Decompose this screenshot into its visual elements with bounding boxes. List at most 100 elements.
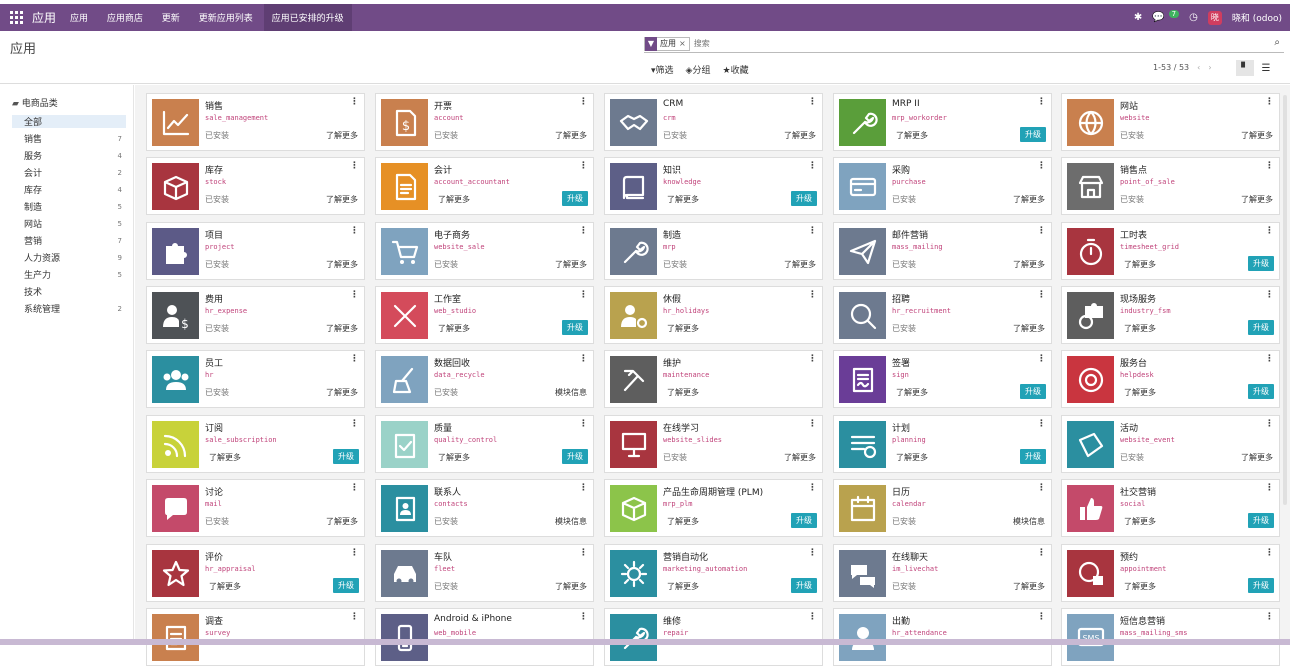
card-menu-icon[interactable]: ⋮ (579, 354, 588, 364)
app-card[interactable]: 服务台 helpdesk ⋮ 了解更多 升级 (1061, 350, 1280, 408)
app-card[interactable]: 网站 website ⋮ 已安装 了解更多 (1061, 93, 1280, 151)
facet-remove-icon[interactable]: × (679, 39, 689, 48)
sidebar-item[interactable]: 网站 5 (12, 217, 126, 231)
learn-more-link[interactable]: 了解更多 (438, 323, 470, 334)
app-card[interactable]: 产品生命周期管理 (PLM) mrp_plm ⋮ 了解更多 升级 (604, 479, 823, 537)
menu-item-apps[interactable]: 应用 (62, 4, 96, 31)
app-card[interactable]: 营销自动化 marketing_automation ⋮ 了解更多 升级 (604, 544, 823, 602)
module-info-link[interactable]: 模块信息 (555, 516, 587, 527)
upgrade-button[interactable]: 升级 (1248, 256, 1274, 271)
learn-more-link[interactable]: 了解更多 (209, 581, 241, 592)
app-card[interactable]: SMS 短信息营销 mass_mailing_sms ⋮ (1061, 608, 1280, 666)
card-menu-icon[interactable]: ⋮ (1265, 548, 1274, 558)
upgrade-button[interactable]: 升级 (1248, 513, 1274, 528)
learn-more-link[interactable]: 了解更多 (326, 259, 358, 270)
app-card[interactable]: 工作室 web_studio ⋮ 了解更多 升级 (375, 286, 594, 344)
app-card[interactable]: 订阅 sale_subscription ⋮ 了解更多 升级 (146, 415, 365, 473)
upgrade-button[interactable]: 升级 (791, 191, 817, 206)
upgrade-button[interactable]: 升级 (333, 449, 359, 464)
upgrade-button[interactable]: 升级 (562, 191, 588, 206)
upgrade-button[interactable]: 升级 (1020, 127, 1046, 142)
card-menu-icon[interactable]: ⋮ (350, 161, 359, 171)
learn-more-link[interactable]: 了解更多 (1124, 516, 1156, 527)
card-menu-icon[interactable]: ⋮ (808, 354, 817, 364)
app-brand[interactable]: 应用 (32, 9, 56, 26)
kanban-view-icon[interactable]: ▘ (1236, 60, 1254, 76)
app-card[interactable]: 招聘 hr_recruitment ⋮ 已安装 了解更多 (833, 286, 1052, 344)
app-card[interactable]: 活动 website_event ⋮ 已安装 了解更多 (1061, 415, 1280, 473)
sidebar-item[interactable]: 制造 5 (12, 200, 126, 214)
card-menu-icon[interactable]: ⋮ (808, 483, 817, 493)
card-menu-icon[interactable]: ⋮ (1265, 483, 1274, 493)
sidebar-item[interactable]: 服务 4 (12, 149, 126, 163)
app-card[interactable]: 日历 calendar ⋮ 已安装 模块信息 (833, 479, 1052, 537)
card-menu-icon[interactable]: ⋮ (808, 161, 817, 171)
upgrade-button[interactable]: 升级 (1248, 384, 1274, 399)
app-card[interactable]: 出勤 hr_attendance ⋮ (833, 608, 1052, 666)
card-menu-icon[interactable]: ⋮ (1037, 548, 1046, 558)
learn-more-link[interactable]: 了解更多 (1241, 452, 1273, 463)
app-card[interactable]: 讨论 mail ⋮ 已安装 了解更多 (146, 479, 365, 537)
learn-more-link[interactable]: 了解更多 (784, 452, 816, 463)
app-card[interactable]: Android & iPhone web_mobile ⋮ (375, 608, 594, 666)
learn-more-link[interactable]: 了解更多 (1013, 581, 1045, 592)
app-card[interactable]: 车队 fleet ⋮ 已安装 了解更多 (375, 544, 594, 602)
learn-more-link[interactable]: 了解更多 (1124, 259, 1156, 270)
upgrade-button[interactable]: 升级 (1020, 384, 1046, 399)
learn-more-link[interactable]: 了解更多 (1241, 130, 1273, 141)
sidebar-item[interactable]: 销售 7 (12, 132, 126, 146)
learn-more-link[interactable]: 了解更多 (555, 259, 587, 270)
card-menu-icon[interactable]: ⋮ (350, 226, 359, 236)
card-menu-icon[interactable]: ⋮ (350, 419, 359, 429)
learn-more-link[interactable]: 了解更多 (896, 452, 928, 463)
app-card[interactable]: 知识 knowledge ⋮ 了解更多 升级 (604, 157, 823, 215)
card-menu-icon[interactable]: ⋮ (1265, 97, 1274, 107)
card-menu-icon[interactable]: ⋮ (808, 226, 817, 236)
learn-more-link[interactable]: 了解更多 (1013, 194, 1045, 205)
card-menu-icon[interactable]: ⋮ (1037, 97, 1046, 107)
learn-more-link[interactable]: 了解更多 (667, 323, 699, 334)
card-menu-icon[interactable]: ⋮ (579, 612, 588, 622)
app-card[interactable]: 邮件营销 mass_mailing ⋮ 已安装 了解更多 (833, 222, 1052, 280)
card-menu-icon[interactable]: ⋮ (579, 97, 588, 107)
favorites-button[interactable]: ★收藏 (722, 63, 748, 76)
app-card[interactable]: 会计 account_accountant ⋮ 了解更多 升级 (375, 157, 594, 215)
group-by-button[interactable]: ◈分组 (686, 63, 711, 76)
app-card[interactable]: 评价 hr_appraisal ⋮ 了解更多 升级 (146, 544, 365, 602)
card-menu-icon[interactable]: ⋮ (579, 419, 588, 429)
learn-more-link[interactable]: 了解更多 (326, 194, 358, 205)
user-name[interactable]: 晓和 (odoo) (1232, 11, 1282, 24)
card-menu-icon[interactable]: ⋮ (1037, 419, 1046, 429)
learn-more-link[interactable]: 了解更多 (784, 130, 816, 141)
app-card[interactable]: 质量 quality_control ⋮ 了解更多 升级 (375, 415, 594, 473)
app-card[interactable]: 计划 planning ⋮ 了解更多 升级 (833, 415, 1052, 473)
search-input[interactable] (693, 39, 1194, 48)
card-menu-icon[interactable]: ⋮ (579, 226, 588, 236)
app-card[interactable]: $ 费用 hr_expense ⋮ 已安装 了解更多 (146, 286, 365, 344)
card-menu-icon[interactable]: ⋮ (350, 354, 359, 364)
card-menu-icon[interactable]: ⋮ (1037, 290, 1046, 300)
app-card[interactable]: 社交营销 social ⋮ 了解更多 升级 (1061, 479, 1280, 537)
learn-more-link[interactable]: 了解更多 (896, 130, 928, 141)
app-card[interactable]: 制造 mrp ⋮ 已安装 了解更多 (604, 222, 823, 280)
upgrade-button[interactable]: 升级 (333, 578, 359, 593)
card-menu-icon[interactable]: ⋮ (1037, 161, 1046, 171)
upgrade-button[interactable]: 升级 (1248, 578, 1274, 593)
learn-more-link[interactable]: 了解更多 (1124, 387, 1156, 398)
card-menu-icon[interactable]: ⋮ (350, 97, 359, 107)
card-menu-icon[interactable]: ⋮ (350, 290, 359, 300)
learn-more-link[interactable]: 了解更多 (1013, 323, 1045, 334)
card-menu-icon[interactable]: ⋮ (579, 483, 588, 493)
app-card[interactable]: 现场服务 industry_fsm ⋮ 了解更多 升级 (1061, 286, 1280, 344)
app-card[interactable]: 数据回收 data_recycle ⋮ 已安装 模块信息 (375, 350, 594, 408)
learn-more-link[interactable]: 了解更多 (438, 452, 470, 463)
upgrade-button[interactable]: 升级 (791, 578, 817, 593)
card-menu-icon[interactable]: ⋮ (1265, 226, 1274, 236)
learn-more-link[interactable]: 了解更多 (209, 452, 241, 463)
learn-more-link[interactable]: 了解更多 (326, 323, 358, 334)
module-info-link[interactable]: 模块信息 (555, 387, 587, 398)
app-card[interactable]: 签署 sign ⋮ 了解更多 升级 (833, 350, 1052, 408)
learn-more-link[interactable]: 了解更多 (326, 516, 358, 527)
learn-more-link[interactable]: 了解更多 (784, 259, 816, 270)
card-menu-icon[interactable]: ⋮ (1265, 419, 1274, 429)
